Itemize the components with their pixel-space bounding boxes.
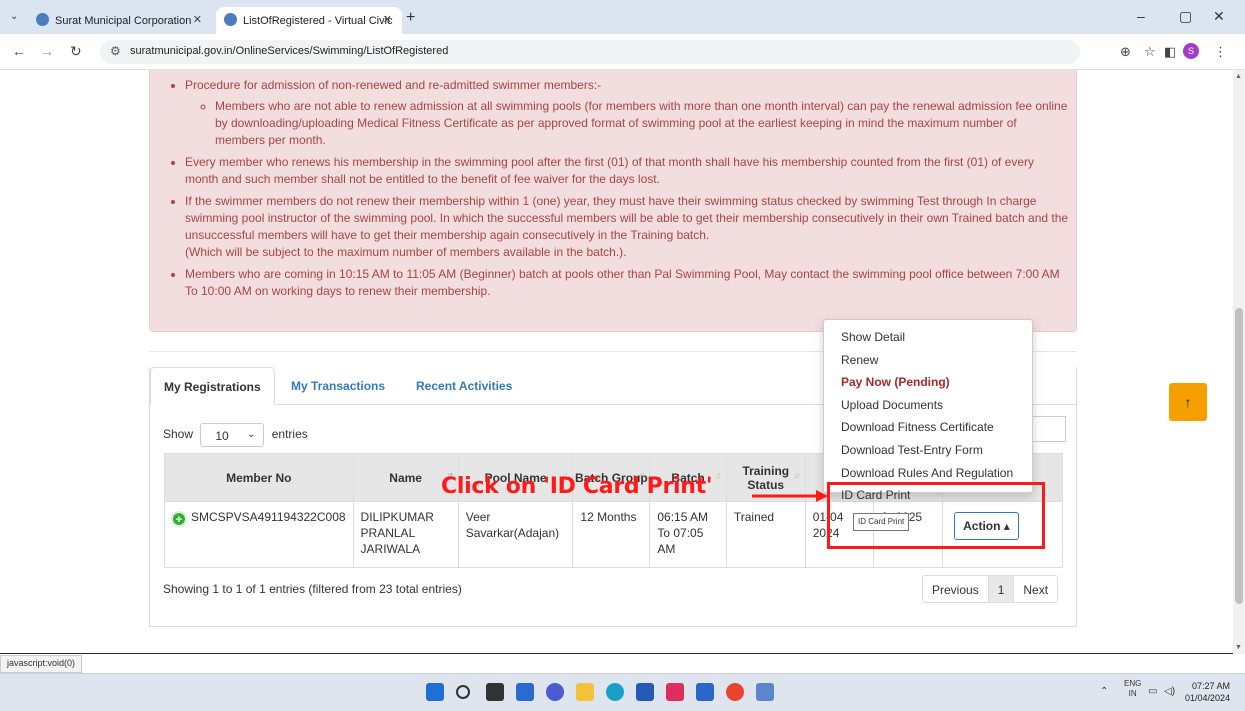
page-1-button[interactable]: 1 [987,576,1015,602]
store-icon[interactable] [636,683,654,701]
tab-title: Surat Municipal Corporation [55,15,192,27]
previous-page-button[interactable]: Previous [923,576,988,602]
tab-title: ListOfRegistered - Virtual Civic [243,15,393,27]
show-entries: Show 10 ⌄ entries [163,423,308,447]
sort-icon: ↓↑ [714,470,722,480]
status-url: javascript:void(0) [0,655,83,673]
tab-search-icon[interactable]: ⌄ [10,11,18,22]
network-icon[interactable]: ▭ [1148,686,1157,697]
search-icon[interactable] [456,685,470,699]
forward-icon[interactable]: → [40,43,54,59]
notice-subitem: Members who are not able to renew admiss… [215,98,1070,149]
chat-icon[interactable] [546,683,564,701]
side-panel-icon[interactable]: ◧ [1164,44,1176,60]
browser-toolbar: ← → ↻ ⚙ suratmunicipal.gov.in/OnlineServ… [0,34,1245,70]
notepad-icon[interactable] [756,683,774,701]
page-content: Procedure for admission of non-renewed a… [0,70,1245,654]
favicon-icon [36,13,49,26]
notice-box: Procedure for admission of non-renewed a… [149,70,1077,332]
new-tab-icon[interactable]: + [406,9,415,27]
tab-recent-activities[interactable]: Recent Activities [416,367,512,405]
scroll-down-icon[interactable]: ▼ [1235,644,1242,651]
pagination: Previous 1 Next [922,575,1059,603]
search-input[interactable] [1030,416,1066,442]
scroll-to-top-button[interactable]: ↑ [1169,383,1207,421]
back-icon[interactable]: ← [12,43,26,59]
menu-kebab-icon[interactable]: ⋮ [1214,44,1227,60]
notice-item: If the swimmer members do not renew thei… [185,193,1070,261]
notice-item: Members who are coming in 10:15 AM to 11… [185,266,1070,300]
start-icon[interactable] [426,683,444,701]
expand-row-icon[interactable]: + [172,512,186,526]
chrome-icon[interactable] [726,683,744,701]
entries-select[interactable]: 10 ⌄ [200,423,265,447]
reload-icon[interactable]: ↻ [70,43,82,60]
window-close-icon[interactable]: ✕ [1213,8,1225,25]
annotation-text: Click on 'ID Card Print' [441,474,713,499]
restore-icon[interactable]: ▢ [1179,8,1192,25]
menu-item-download-rules[interactable]: Download Rules And Regulation [824,462,1032,485]
tray-chevron-icon[interactable]: ⌃ [1100,686,1108,697]
chevron-down-icon: ⌄ [246,429,256,440]
scroll-up-icon[interactable]: ▲ [1235,73,1242,80]
menu-item-upload-documents[interactable]: Upload Documents [824,394,1032,417]
table-summary: Showing 1 to 1 of 1 entries (filtered fr… [163,582,462,596]
media-icon[interactable] [666,683,684,701]
menu-item-renew[interactable]: Renew [824,349,1032,372]
zoom-icon[interactable]: ⊕ [1120,44,1131,60]
menu-item-download-fitness-certificate[interactable]: Download Fitness Certificate [824,416,1032,439]
tab-my-transactions[interactable]: My Transactions [291,367,385,405]
edge-icon[interactable] [606,683,624,701]
favicon-icon [224,13,237,26]
minimize-icon[interactable]: – [1137,8,1145,24]
language-indicator[interactable]: ENG IN [1124,679,1141,699]
notice-item: Procedure for admission of non-renewed a… [185,77,1070,149]
close-tab-icon[interactable]: ✕ [193,13,202,26]
tooltip: ID Card Print [853,513,910,531]
next-page-button[interactable]: Next [1014,576,1057,602]
col-member-no[interactable]: Member No [164,453,354,502]
menu-item-show-detail[interactable]: Show Detail [824,326,1032,349]
file-explorer-icon[interactable] [576,683,594,701]
address-bar[interactable]: ⚙ suratmunicipal.gov.in/OnlineServices/S… [100,40,1080,64]
menu-item-pay-now[interactable]: Pay Now (Pending) [824,371,1032,394]
task-view-icon[interactable] [486,683,504,701]
taskbar: ⌃ ENG IN ▭ ◁) 07:27 AM 01/04/2024 [0,673,1245,711]
volume-icon[interactable]: ◁) [1164,686,1175,697]
url-text: suratmunicipal.gov.in/OnlineServices/Swi… [130,45,449,57]
browser-tab-bar: ⌄ Surat Municipal Corporation ✕ ListOfRe… [0,0,1245,34]
menu-item-download-test-entry-form[interactable]: Download Test-Entry Form [824,439,1032,462]
app-icon[interactable] [696,683,714,701]
action-menu: Show Detail Renew Pay Now (Pending) Uplo… [823,319,1033,502]
page-scrollbar[interactable]: ▲ ▼ [1233,70,1245,654]
close-tab-icon[interactable]: ✕ [383,13,392,26]
bookmark-star-icon[interactable]: ☆ [1144,44,1156,60]
clock[interactable]: 07:27 AM 01/04/2024 [1185,680,1230,704]
tab-my-registrations[interactable]: My Registrations [150,367,275,405]
site-info-icon[interactable]: ⚙ [110,44,121,58]
sort-icon: ↓↑ [793,470,801,480]
widgets-icon[interactable] [516,683,534,701]
profile-avatar[interactable]: S [1183,43,1199,59]
page-footer [0,653,1245,654]
notice-item: Every member who renews his membership i… [185,154,1070,188]
browser-tab-surat[interactable]: Surat Municipal Corporation ✕ [28,7,212,34]
annotation-arrow-icon [752,490,828,502]
browser-tab-list[interactable]: ListOfRegistered - Virtual Civic ✕ [216,7,402,34]
scrollbar-thumb[interactable] [1235,308,1243,604]
